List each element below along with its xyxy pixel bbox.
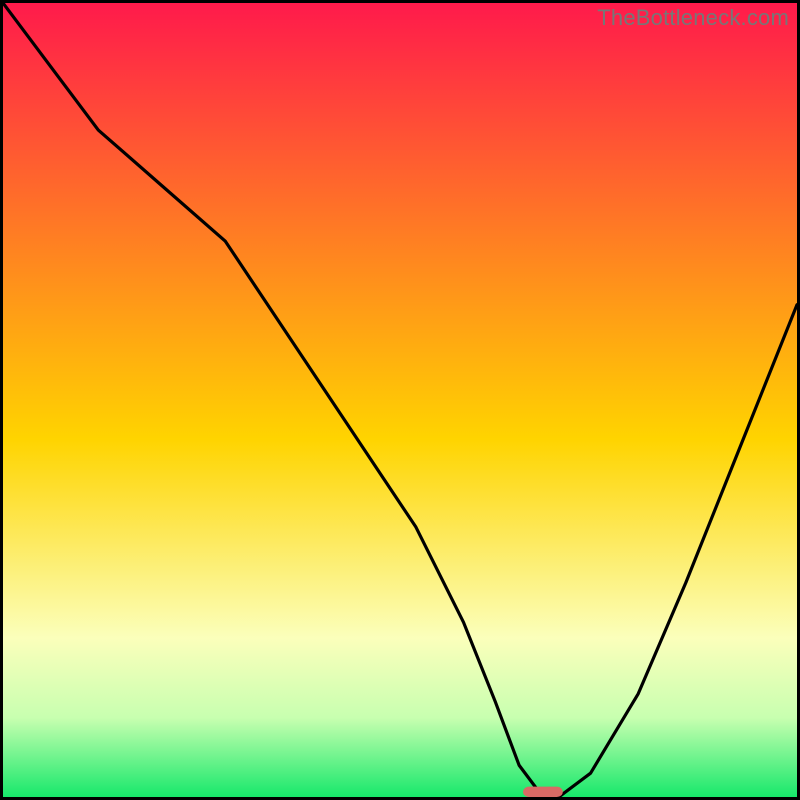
chart-svg bbox=[3, 3, 797, 797]
optimal-marker bbox=[523, 787, 563, 797]
chart-frame: TheBottleneck.com bbox=[0, 0, 800, 800]
gradient-background bbox=[3, 3, 797, 797]
watermark-text: TheBottleneck.com bbox=[597, 5, 789, 31]
